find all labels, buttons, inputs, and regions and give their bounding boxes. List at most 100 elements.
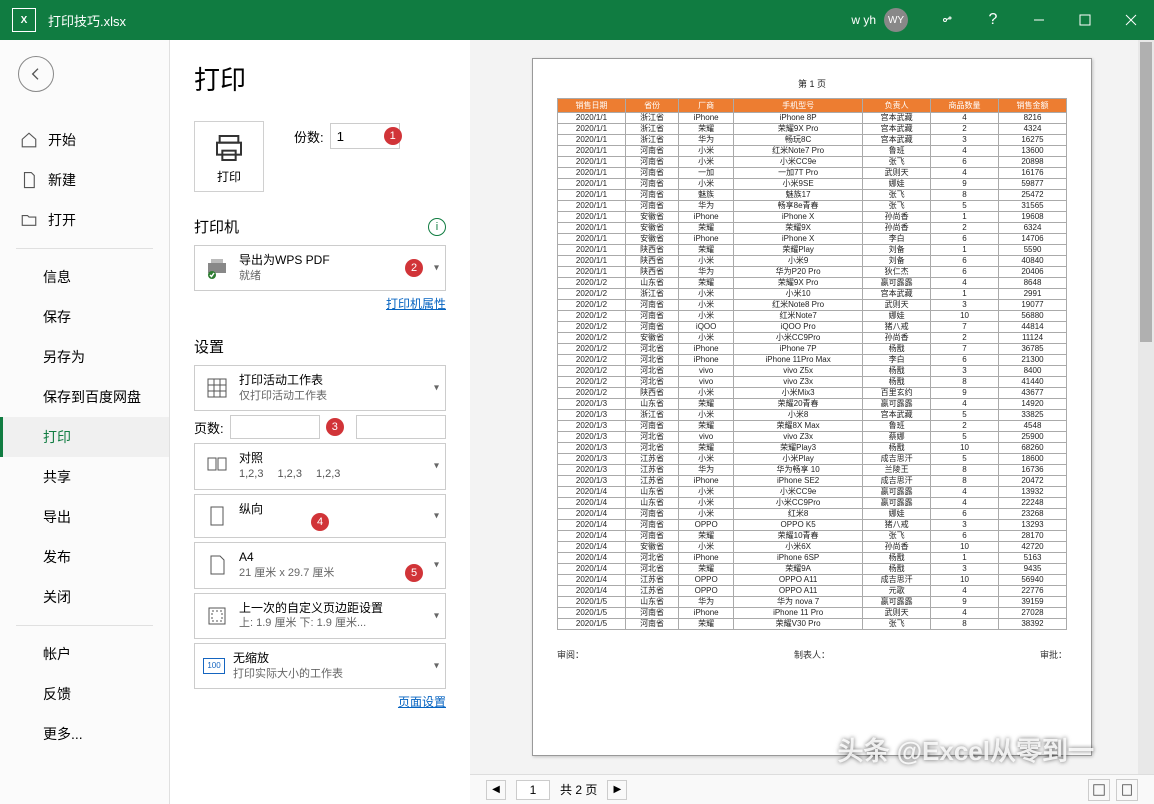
column-header: 省份 — [625, 99, 678, 113]
table-row: 2020/1/5河南省荣耀荣耀V30 Pro张飞838392 — [558, 619, 1067, 630]
column-header: 负责人 — [863, 99, 931, 113]
orientation-dropdown[interactable]: 纵向 4 ▾ — [194, 494, 446, 539]
printer-section-title: 打印机 i — [194, 216, 446, 237]
preview-table: 销售日期省份厂商手机型号负责人商品数量销售金额 2020/1/1浙江省iPhon… — [557, 98, 1067, 630]
sidebar-open[interactable]: 打开 — [0, 200, 169, 240]
document-filename: 打印技巧.xlsx — [48, 11, 126, 30]
table-row: 2020/1/1浙江省iPhoneiPhone 8P宫本武藏48216 — [558, 113, 1067, 124]
preview-scroll-area[interactable]: 第 1 页 销售日期省份厂商手机型号负责人商品数量销售金额 2020/1/1浙江… — [470, 40, 1154, 774]
column-header: 手机型号 — [734, 99, 863, 113]
sidebar-label: 开始 — [48, 130, 76, 150]
table-row: 2020/1/1河南省小米小米CC9e张飞620898 — [558, 157, 1067, 168]
preview-scrollbar[interactable] — [1138, 40, 1154, 774]
print-button[interactable]: 打印 — [194, 121, 264, 192]
table-row: 2020/1/4江苏省OPPOOPPO A11元歌422776 — [558, 586, 1067, 597]
column-header: 商品数量 — [931, 99, 999, 113]
page-setup-link[interactable]: 页面设置 — [194, 693, 446, 710]
table-row: 2020/1/4河南省小米红米8娜娃623268 — [558, 509, 1067, 520]
zoom-to-page-icon[interactable] — [1116, 779, 1138, 801]
page-heading: 打印 — [194, 60, 446, 97]
sheet-icon — [203, 376, 231, 400]
preview-page-title: 第 1 页 — [557, 77, 1067, 90]
pages-from-input[interactable] — [230, 415, 320, 439]
preview-column: 第 1 页 销售日期省份厂商手机型号负责人商品数量销售金额 2020/1/1浙江… — [470, 40, 1154, 804]
pages-label: 页数: — [194, 418, 224, 437]
sidebar-item-导出[interactable]: 导出 — [0, 497, 169, 537]
preview-footer: 审阅： 制表人： 审批： — [557, 648, 1067, 661]
sidebar-item-保存[interactable]: 保存 — [0, 297, 169, 337]
printer-dropdown[interactable]: 导出为WPS PDF 就绪 2 ▾ — [194, 245, 446, 291]
table-row: 2020/1/2陕西省小米小米Mix3百里玄约943677 — [558, 388, 1067, 399]
table-row: 2020/1/2河南省小米红米Note7娜娃1056880 — [558, 311, 1067, 322]
table-row: 2020/1/1河南省小米小米9SE娜娃959877 — [558, 179, 1067, 190]
sidebar-item-关闭[interactable]: 关闭 — [0, 577, 169, 617]
separator — [16, 248, 153, 249]
maximize-button[interactable] — [1062, 0, 1108, 40]
table-row: 2020/1/1陕西省荣耀荣耀Play刘备15590 — [558, 245, 1067, 256]
table-row: 2020/1/4河北省荣耀荣耀9A杨戬39435 — [558, 564, 1067, 575]
paper-size-dropdown[interactable]: A4 21 厘米 x 29.7 厘米 5 ▾ — [194, 542, 446, 588]
content: 开始 新建 打开 信息保存另存为保存到百度网盘打印共享导出发布关闭 帐户反馈更多… — [0, 40, 1154, 804]
table-row: 2020/1/2河北省iPhoneiPhone 11Pro Max李白62130… — [558, 355, 1067, 366]
show-margins-icon[interactable] — [1088, 779, 1110, 801]
minimize-button[interactable] — [1016, 0, 1062, 40]
user-name[interactable]: w yh — [851, 13, 876, 27]
table-row: 2020/1/5河南省iPhoneiPhone 11 Pro武则天427028 — [558, 608, 1067, 619]
back-button[interactable] — [18, 56, 54, 92]
sidebar-item-信息[interactable]: 信息 — [0, 257, 169, 297]
margins-dropdown[interactable]: 上一次的自定义页边距设置 上: 1.9 厘米 下: 1.9 厘米... ▾ — [194, 593, 446, 639]
scaling-dropdown[interactable]: 100 无缩放 打印实际大小的工作表 ▾ — [194, 643, 446, 689]
table-row: 2020/1/1河南省华为畅享8e青春张飞531565 — [558, 201, 1067, 212]
printer-info-icon[interactable]: i — [428, 218, 446, 236]
preview-page: 第 1 页 销售日期省份厂商手机型号负责人商品数量销售金额 2020/1/1浙江… — [532, 58, 1092, 756]
table-row: 2020/1/2安徽省小米小米CC9Pro孙尚香211124 — [558, 333, 1067, 344]
print-area-dropdown[interactable]: 打印活动工作表 仅打印活动工作表 ▾ — [194, 365, 446, 411]
table-row: 2020/1/3河北省荣耀荣耀Play3杨戬1068260 — [558, 443, 1067, 454]
portrait-icon — [203, 504, 231, 528]
page-number-input[interactable] — [516, 780, 550, 800]
close-button[interactable] — [1108, 0, 1154, 40]
sidebar-item-发布[interactable]: 发布 — [0, 537, 169, 577]
chevron-down-icon: ▾ — [434, 383, 439, 394]
preview-navigation: ◀ 共 2 页 ▶ — [470, 774, 1154, 804]
table-row: 2020/1/1安徽省iPhoneiPhone X李白614706 — [558, 234, 1067, 245]
pages-row: 页数: 3 至 — [194, 415, 446, 439]
collate-dropdown[interactable]: 对照 1,2,3 1,2,3 1,2,3 ▾ — [194, 443, 446, 489]
copies-label: 份数: — [294, 127, 324, 146]
chevron-down-icon: ▾ — [434, 660, 439, 671]
table-row: 2020/1/2浙江省小米小米10宫本武藏12991 — [558, 289, 1067, 300]
sidebar-new[interactable]: 新建 — [0, 160, 169, 200]
table-row: 2020/1/1安徽省iPhoneiPhone X孙尚香119608 — [558, 212, 1067, 223]
margins-icon — [203, 604, 231, 628]
sidebar-item-打印[interactable]: 打印 — [0, 417, 169, 457]
title-bar-right: w yh WY ? — [851, 0, 1154, 40]
sidebar-item-更多...[interactable]: 更多... — [0, 714, 169, 754]
pages-to-input[interactable] — [356, 415, 446, 439]
table-row: 2020/1/2河南省小米红米Note8 Pro武则天319077 — [558, 300, 1067, 311]
separator — [16, 625, 153, 626]
prev-page-button[interactable]: ◀ — [486, 780, 506, 800]
share-icon[interactable] — [924, 0, 970, 40]
sidebar-item-共享[interactable]: 共享 — [0, 457, 169, 497]
table-row: 2020/1/2河南省iQOOiQOO Pro猪八戒744814 — [558, 322, 1067, 333]
next-page-button[interactable]: ▶ — [607, 780, 627, 800]
print-settings: 打印 打印 份数: 1 打印机 i — [170, 40, 470, 804]
column-header: 销售金额 — [998, 99, 1066, 113]
table-row: 2020/1/3江苏省iPhoneiPhone SE2成吉思汗820472 — [558, 476, 1067, 487]
printer-status: 就绪 — [239, 269, 437, 284]
printer-properties-link[interactable]: 打印机属性 — [194, 295, 446, 312]
table-row: 2020/1/4河北省iPhoneiPhone 6SP杨戬15163 — [558, 553, 1067, 564]
sidebar-item-帐户[interactable]: 帐户 — [0, 634, 169, 674]
sidebar-item-反馈[interactable]: 反馈 — [0, 674, 169, 714]
copies-input[interactable] — [330, 123, 400, 149]
page-icon — [203, 553, 231, 577]
app-logo-icon: X — [12, 8, 36, 32]
chevron-down-icon: ▾ — [434, 263, 439, 274]
sidebar-home[interactable]: 开始 — [0, 120, 169, 160]
user-avatar[interactable]: WY — [884, 8, 908, 32]
help-icon[interactable]: ? — [970, 0, 1016, 40]
sidebar-label: 新建 — [48, 170, 76, 190]
printer-icon — [203, 256, 231, 280]
sidebar-item-保存到百度网盘[interactable]: 保存到百度网盘 — [0, 377, 169, 417]
sidebar-item-另存为[interactable]: 另存为 — [0, 337, 169, 377]
